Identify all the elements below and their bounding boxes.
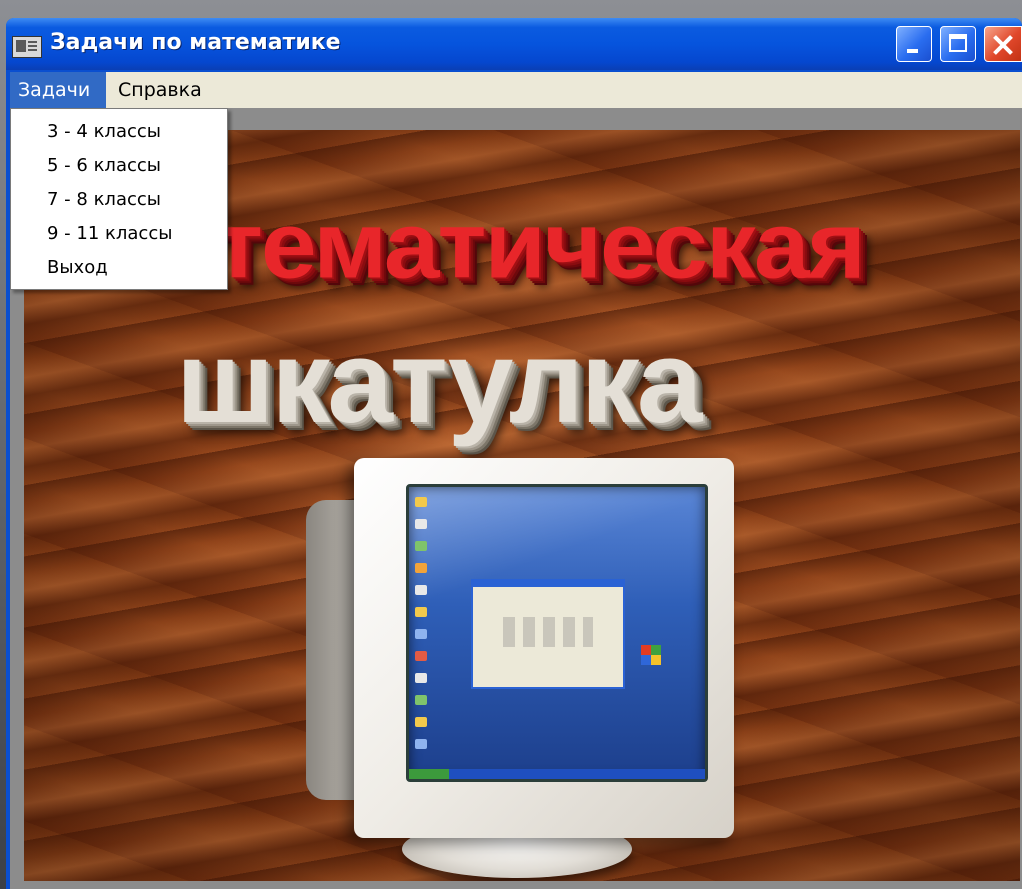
banner-title-line2: шкатулка <box>176 316 702 448</box>
menu-tasks[interactable]: Задачи <box>10 72 106 108</box>
app-window-icon[interactable] <box>12 36 42 58</box>
mini-start-button <box>409 769 449 779</box>
mini-taskbar <box>409 769 705 779</box>
desktop-icon <box>415 607 427 617</box>
title-bar[interactable]: Задачи по математике <box>6 18 1022 70</box>
menu-item-grades-7-8[interactable]: 7 - 8 классы <box>11 183 227 217</box>
window-title: Задачи по математике <box>50 30 341 55</box>
desktop-icon <box>415 629 427 639</box>
desktop-icon <box>415 563 427 573</box>
monitor-screen <box>406 484 708 782</box>
desktop-icon <box>415 497 427 507</box>
monitor-illustration <box>354 458 734 838</box>
tasks-dropdown-menu: 3 - 4 классы 5 - 6 классы 7 - 8 классы 9… <box>10 108 228 290</box>
desktop-icon <box>415 585 427 595</box>
menu-item-grades-5-6[interactable]: 5 - 6 классы <box>11 149 227 183</box>
mini-window-preview <box>471 579 625 689</box>
desktop-icon <box>415 541 427 551</box>
minimize-button[interactable] <box>896 26 932 62</box>
menu-help[interactable]: Справка <box>110 72 210 108</box>
windows-logo-icon <box>641 645 661 665</box>
maximize-button[interactable] <box>940 26 976 62</box>
desktop-icon <box>415 717 427 727</box>
menu-item-grades-9-11[interactable]: 9 - 11 классы <box>11 217 227 251</box>
close-button[interactable] <box>984 26 1022 62</box>
desktop-icon <box>415 739 427 749</box>
menu-bar: Задачи Справка <box>10 72 1022 108</box>
desktop-icon <box>415 695 427 705</box>
desktop-icon <box>415 519 427 529</box>
banner-title-line1: тематическая <box>214 191 866 299</box>
menu-item-grades-3-4[interactable]: 3 - 4 классы <box>11 115 227 149</box>
desktop-icon <box>415 651 427 661</box>
menu-item-exit[interactable]: Выход <box>11 251 227 285</box>
desktop-icon <box>415 673 427 683</box>
